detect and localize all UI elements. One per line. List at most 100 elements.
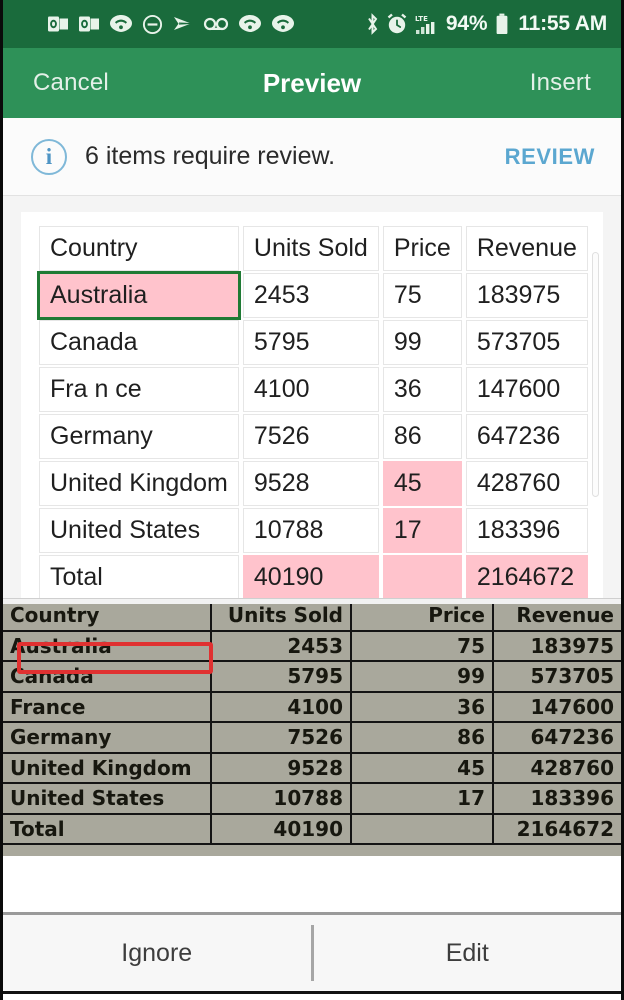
photo-table-cell-units-sold: 40190 — [211, 812, 352, 845]
table-cell-price[interactable]: 45 — [382, 461, 462, 506]
table-cell-country[interactable]: Australia — [37, 271, 241, 320]
photo-table-row: Total 40190 2164672 — [3, 812, 621, 845]
cancel-button[interactable]: Cancel — [33, 69, 109, 97]
bottom-action-bar: Ignore Edit — [3, 912, 621, 994]
photo-table-row: Canada 5795 99 573705 — [3, 660, 621, 693]
table-cell-price[interactable]: 75 — [382, 273, 462, 318]
app-screen: LTE 94% 11:55 AM Cancel Preview Insert i… — [0, 0, 624, 1000]
photo-table-cell-price: 17 — [351, 782, 494, 815]
extracted-table-card[interactable]: Country Units Sold Price Revenue Australia 24… — [21, 212, 603, 598]
table-cell-country[interactable]: Canada — [39, 320, 239, 365]
wifi-call-icon — [109, 14, 133, 34]
photo-table-cell-country: France — [3, 690, 212, 723]
photo-table-row: United Kingdom 9528 45 428760 — [3, 751, 621, 784]
table-cell-units-sold[interactable]: 40190 — [242, 555, 379, 598]
photo-table-cell-revenue: 147600 — [493, 690, 621, 723]
photo-column-header-units-sold: Units Sold — [211, 599, 352, 632]
table-cell-revenue[interactable]: 647236 — [465, 414, 588, 459]
photo-table-cell-revenue: 428760 — [493, 751, 621, 784]
photo-table-cell-country: Germany — [3, 721, 212, 754]
photo-table-cell-country: United Kingdom — [3, 751, 212, 784]
table-cell-price[interactable]: 99 — [382, 320, 462, 365]
source-photo-preview[interactable]: Country Units Sold Price Revenue Australia 24… — [3, 598, 621, 856]
review-button[interactable]: REVIEW — [505, 144, 595, 170]
review-banner: i 6 items require review. REVIEW — [3, 118, 621, 196]
table-cell-country[interactable]: United Kingdom — [39, 461, 239, 506]
table-row: Germany 7526 86 647236 — [39, 414, 588, 459]
photo-table-cell-units-sold: 9528 — [211, 751, 352, 784]
extracted-table-region: Country Units Sold Price Revenue Australia 24… — [3, 196, 621, 598]
photo-table-cell-units-sold: 2453 — [211, 629, 352, 662]
wifi-call-icon — [271, 14, 295, 34]
table-cell-country[interactable]: Total — [39, 555, 239, 598]
table-cell-units-sold[interactable]: 10788 — [242, 508, 379, 553]
photo-header-row: Country Units Sold Price Revenue — [3, 599, 621, 632]
status-bar-clock: 11:55 AM — [518, 12, 607, 35]
column-header-price[interactable]: Price — [382, 226, 462, 271]
table-cell-revenue[interactable]: 2164672 — [465, 555, 588, 598]
photo-top-edge — [3, 599, 621, 604]
table-cell-revenue[interactable]: 573705 — [465, 320, 588, 365]
table-cell-units-sold[interactable]: 9528 — [242, 461, 379, 506]
photo-table-row: Germany 7526 86 647236 — [3, 721, 621, 754]
wifi-call-icon — [238, 14, 262, 34]
photo-table-row: Australia 2453 75 183975 — [3, 629, 621, 662]
review-banner-message: 6 items require review. — [85, 142, 336, 170]
photo-table-row: United States 10788 17 183396 — [3, 782, 621, 815]
yammer-icon — [172, 14, 194, 34]
outlook-icon — [47, 14, 69, 34]
table-cell-country[interactable]: United States — [39, 508, 239, 553]
photo-table-cell-country: Australia — [3, 629, 212, 662]
table-cell-country[interactable]: Germany — [39, 414, 239, 459]
photo-table-cell-country: Canada — [3, 660, 212, 693]
photo-table-cell-price: 99 — [351, 660, 494, 693]
table-row: Fra n ce 4100 36 147600 — [39, 367, 588, 412]
bluetooth-icon — [365, 13, 380, 35]
table-cell-country[interactable]: Fra n ce — [39, 367, 239, 412]
lte-signal-icon: LTE — [414, 13, 440, 35]
column-header-revenue[interactable]: Revenue — [465, 226, 588, 271]
photo-column-header-price: Price — [351, 599, 494, 632]
column-header-country[interactable]: Country — [39, 226, 239, 271]
edit-button[interactable]: Edit — [314, 939, 622, 968]
table-cell-price[interactable]: 36 — [382, 367, 462, 412]
table-row: Canada 5795 99 573705 — [39, 320, 588, 365]
photo-table-cell-price: 75 — [351, 629, 494, 662]
column-header-units-sold[interactable]: Units Sold — [242, 226, 379, 271]
photo-table-cell-units-sold: 10788 — [211, 782, 352, 815]
photo-column-header-revenue: Revenue — [493, 599, 621, 632]
photo-table-cell-price: 45 — [351, 751, 494, 784]
photo-table-cell-price — [351, 812, 494, 845]
photo-table-cell-units-sold: 4100 — [211, 690, 352, 723]
screen-bottom-edge — [3, 994, 621, 1000]
photo-table-row: France 4100 36 147600 — [3, 690, 621, 723]
photo-table-cell-revenue: 647236 — [493, 721, 621, 754]
app-bar: Cancel Preview Insert — [3, 48, 621, 118]
table-cell-price[interactable]: 86 — [382, 414, 462, 459]
table-cell-units-sold[interactable]: 7526 — [242, 414, 379, 459]
table-row: Australia 2453 75 183975 — [37, 271, 588, 320]
insert-button[interactable]: Insert — [530, 69, 591, 97]
table-cell-revenue[interactable]: 183975 — [465, 273, 588, 318]
battery-percent-label: 94% — [445, 12, 488, 35]
table-cell-units-sold[interactable]: 4100 — [242, 367, 379, 412]
photo-table-cell-units-sold: 5795 — [211, 660, 352, 693]
ignore-button[interactable]: Ignore — [3, 939, 311, 968]
extracted-table: Country Units Sold Price Revenue Australia 24… — [35, 224, 592, 598]
photo-table-cell-revenue: 183975 — [493, 629, 621, 662]
table-cell-price[interactable]: 17 — [382, 508, 462, 553]
table-row: Total 40190 2164672 — [39, 555, 588, 598]
photo-table-cell-revenue: 183396 — [493, 782, 621, 815]
table-cell-units-sold[interactable]: 5795 — [242, 320, 379, 365]
voicemail-icon — [203, 16, 229, 32]
table-cell-price[interactable] — [382, 555, 462, 598]
table-cell-revenue[interactable]: 147600 — [465, 367, 588, 412]
table-cell-revenue[interactable]: 428760 — [465, 461, 588, 506]
table-cell-units-sold[interactable]: 2453 — [242, 273, 379, 318]
table-cell-revenue[interactable]: 183396 — [465, 508, 588, 553]
photo-table-cell-price: 36 — [351, 690, 494, 723]
outlook-icon — [78, 14, 100, 34]
status-bar-system-icons: LTE 94% 11:55 AM — [365, 12, 607, 36]
info-icon: i — [31, 138, 67, 175]
vertical-scrollbar[interactable] — [592, 252, 599, 497]
